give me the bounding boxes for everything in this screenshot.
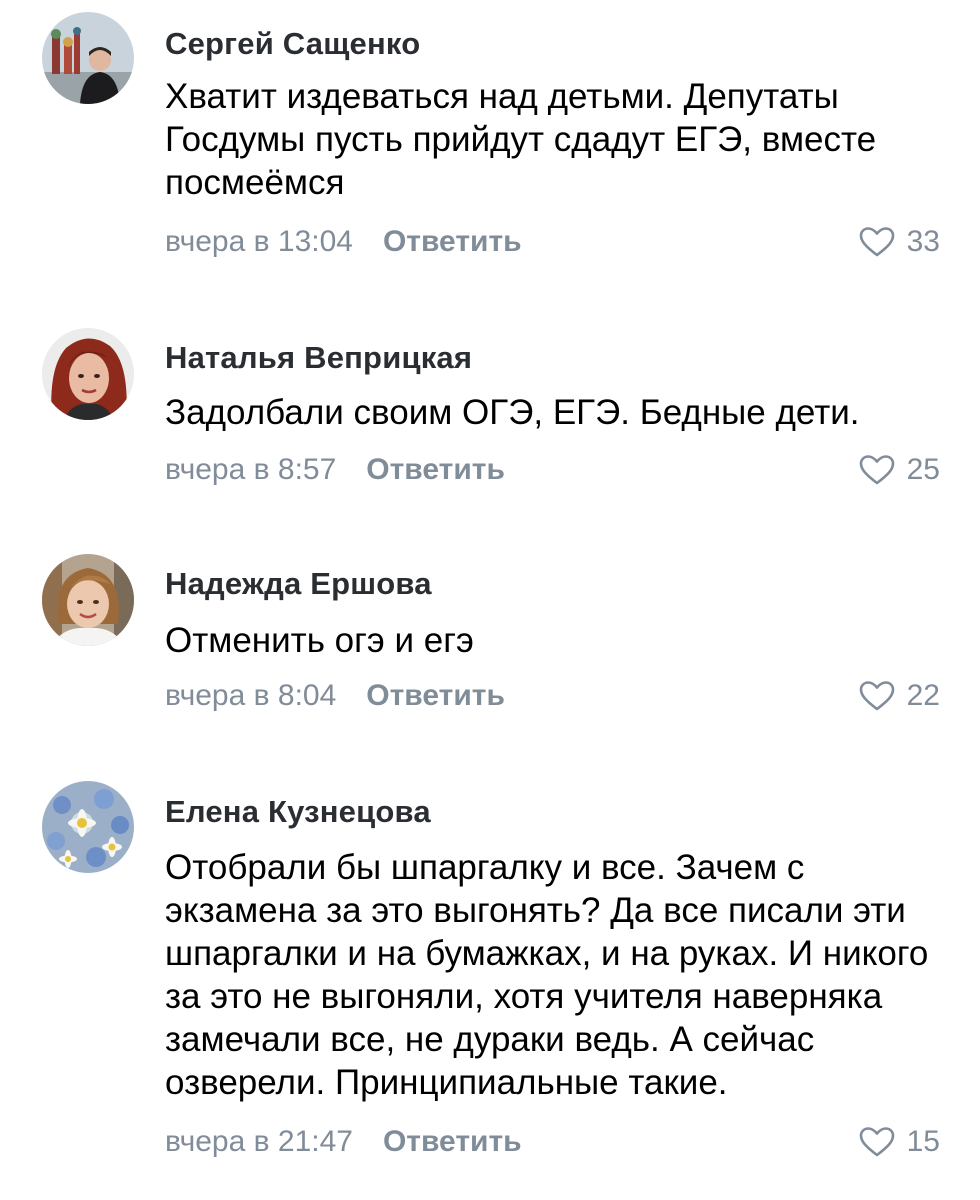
comment-meta: вчера в 21:47 Ответить: [165, 1125, 522, 1159]
comment-time: вчера в 21:47: [165, 1125, 353, 1158]
like-count: 15: [906, 1125, 940, 1158]
avatar[interactable]: [42, 781, 134, 873]
like-button[interactable]: 15: [859, 1125, 940, 1159]
comment-text: Отобрали бы шпаргалку и все. Зачем с экз…: [165, 848, 929, 1102]
reply-button[interactable]: Ответить: [383, 1125, 522, 1159]
avatar-flowers-image: [42, 781, 134, 873]
comment-item: Елена Кузнецова Отобрали бы шпаргалку и …: [0, 0, 980, 1200]
comment-author[interactable]: Елена Кузнецова: [165, 794, 431, 830]
heart-outline-icon: [859, 1127, 894, 1157]
